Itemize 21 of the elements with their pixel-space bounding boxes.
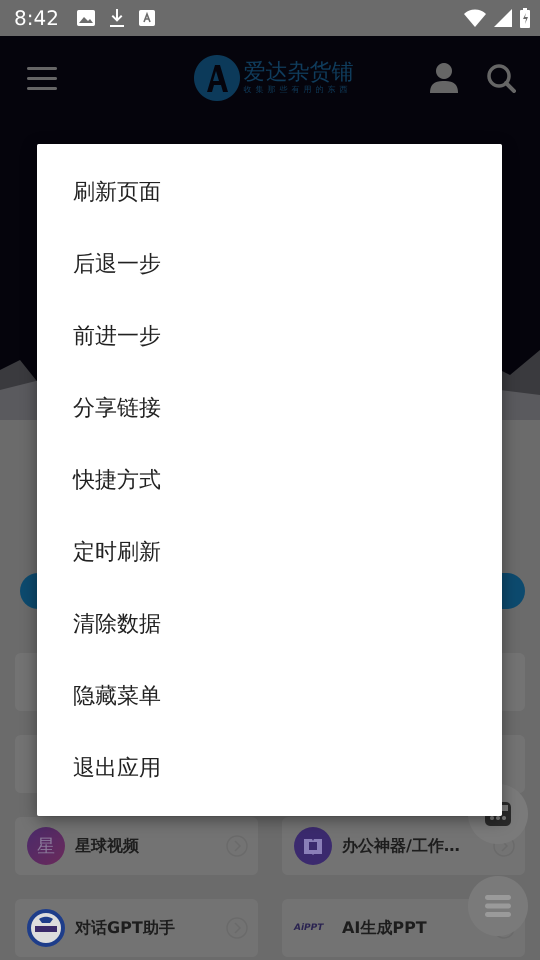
logo-subtitle: 收集那些有用的东西 [244, 84, 352, 96]
menu-item[interactable]: 分享链接 [37, 372, 502, 444]
clock: 8:42 [14, 6, 59, 30]
logo-title: 爱达杂货铺 [244, 60, 354, 85]
card-title: 对话GPT助手 [75, 918, 176, 938]
card-title: AI生成PPT [342, 918, 428, 938]
card-title: 办公神器/工作… [342, 836, 461, 856]
letter-icon: 星 [27, 827, 65, 865]
menu-item[interactable]: 快捷方式 [37, 444, 502, 516]
card-title: 星球视频 [75, 836, 140, 856]
link-card[interactable]: 办公神器/工作… [282, 817, 525, 875]
menu-item[interactable]: 退出应用 [37, 732, 502, 804]
menu-item[interactable]: 隐藏菜单 [37, 660, 502, 732]
menu-item[interactable]: 刷新页面 [37, 156, 502, 228]
menu-item[interactable]: 前进一步 [37, 300, 502, 372]
link-card[interactable]: 星 星球视频 [15, 817, 258, 875]
menu-item[interactable]: 后退一步 [37, 228, 502, 300]
menu-item[interactable]: 定时刷新 [37, 516, 502, 588]
menu-item[interactable]: 清除数据 [37, 588, 502, 660]
link-card[interactable]: 对话GPT助手 [15, 899, 258, 957]
logo-text: AiPPT [294, 923, 325, 933]
